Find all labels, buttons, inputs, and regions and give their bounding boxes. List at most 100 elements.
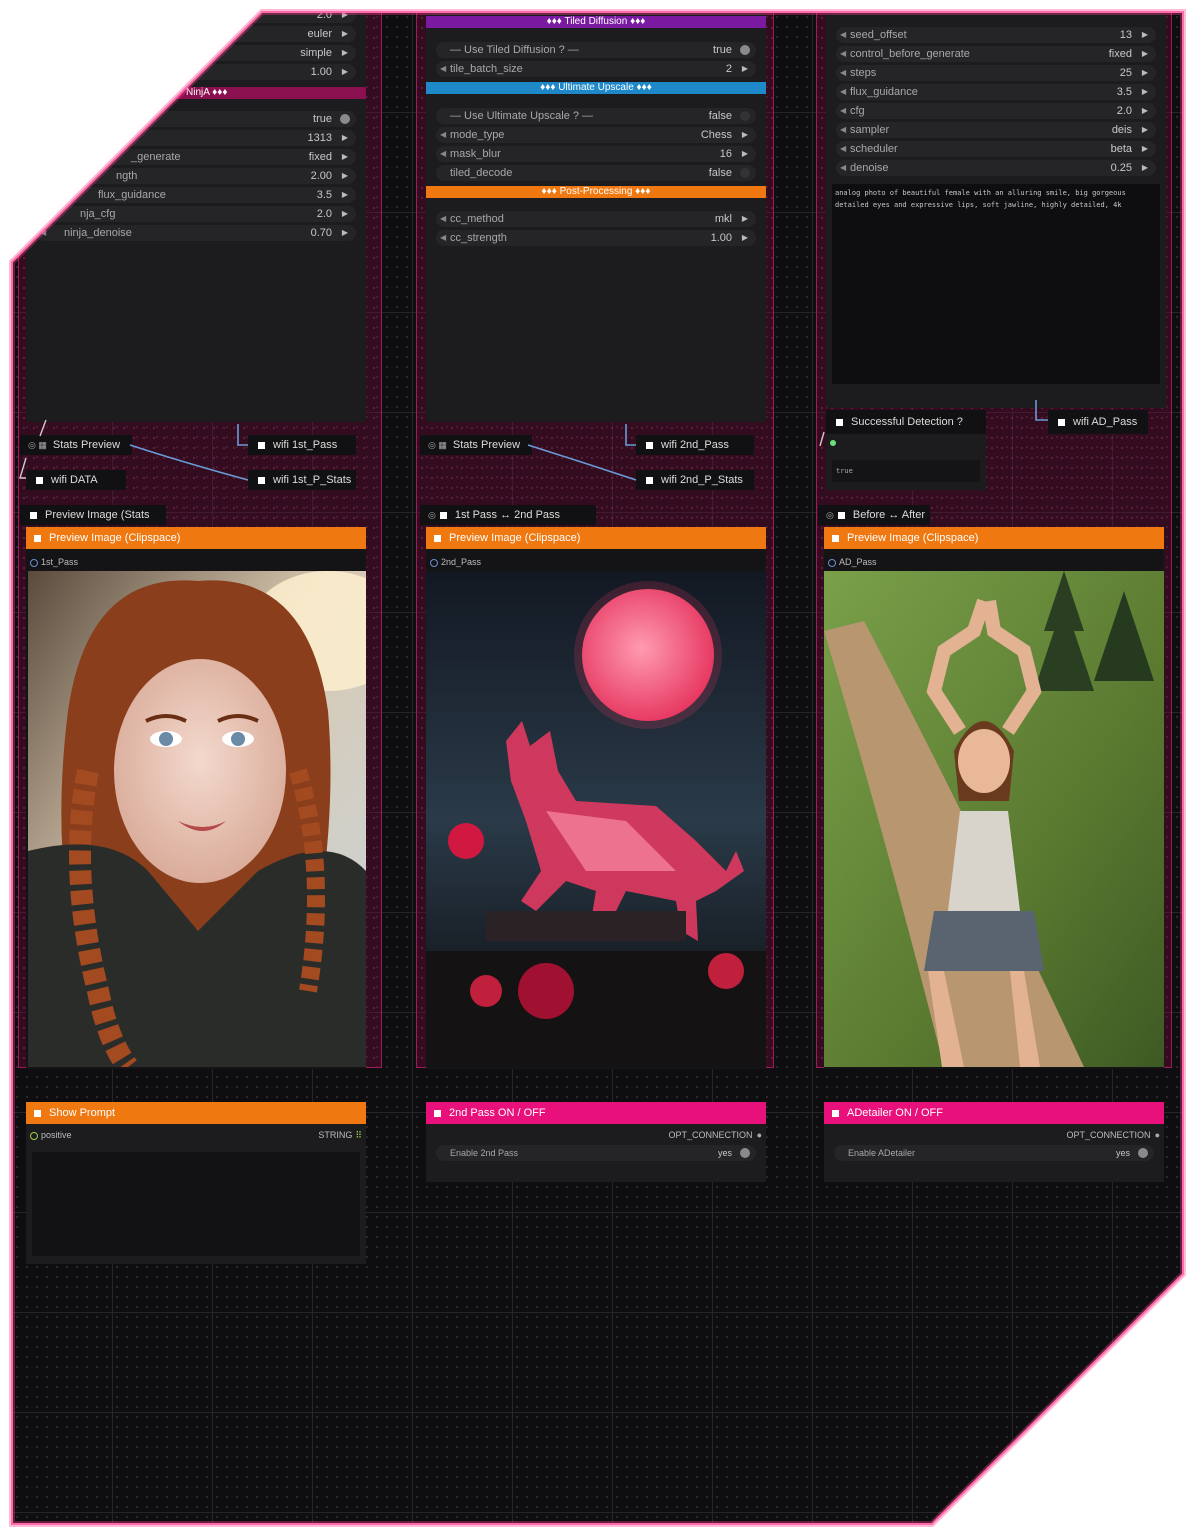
triangle-left-icon[interactable]: ◀ xyxy=(840,46,846,62)
wifi-1st-pass-node[interactable]: wifi 1st_Pass xyxy=(248,435,356,455)
triangle-left-icon[interactable]: ◀ xyxy=(840,27,846,43)
wifi-2nd-pass-node[interactable]: wifi 2nd_Pass xyxy=(636,435,754,455)
mask-blur-widget[interactable]: ◀ mask_blur 16 ▶ xyxy=(436,146,756,162)
triangle-right-icon[interactable]: ▶ xyxy=(342,64,348,80)
opt-connection-output[interactable]: OPT_CONNECTION ● xyxy=(669,1130,762,1140)
toggle-icon[interactable] xyxy=(1138,1148,1148,1158)
sampler-widget[interactable]: ◀ sampler deis ▶ xyxy=(836,122,1156,138)
toggle-icon[interactable] xyxy=(740,45,750,55)
enable-2nd-pass-toggle[interactable]: Enable 2nd Pass yes xyxy=(436,1145,756,1161)
show-prompt-header[interactable]: Show Prompt xyxy=(26,1102,366,1124)
triangle-right-icon[interactable]: ▶ xyxy=(1142,27,1148,43)
widget-row-1[interactable]: 1313 ▶ xyxy=(36,130,356,146)
image-slot-right[interactable]: AD_Pass xyxy=(828,557,877,567)
steps-widget[interactable]: ◀ steps 25 ▶ xyxy=(836,65,1156,81)
compare-node-3[interactable]: ◎ Before ↔ After xyxy=(818,505,930,525)
triangle-left-icon[interactable]: ◀ xyxy=(440,146,446,162)
triangle-right-icon[interactable]: ▶ xyxy=(1142,103,1148,119)
widget-top-1[interactable]: euler ▶ xyxy=(36,26,356,42)
2nd-pass-switch-header[interactable]: 2nd Pass ON / OFF xyxy=(426,1102,766,1124)
stats-preview-node-2[interactable]: ◎ ▦ Stats Preview xyxy=(420,435,532,455)
wifi-data-node[interactable]: wifi DATA xyxy=(26,470,126,490)
triangle-left-icon[interactable]: ◀ xyxy=(440,230,446,246)
triangle-right-icon[interactable]: ▶ xyxy=(342,12,348,23)
triangle-right-icon[interactable]: ▶ xyxy=(342,130,348,146)
image-slot-mid[interactable]: 2nd_Pass xyxy=(430,557,481,567)
triangle-right-icon[interactable]: ▶ xyxy=(342,45,348,61)
string-output-slot[interactable]: STRING ⠿ xyxy=(318,1130,362,1141)
wifi-1st-stats-node[interactable]: wifi 1st_P_Stats xyxy=(248,470,356,490)
clipspace-header-right[interactable]: Preview Image (Clipspace) xyxy=(824,527,1164,549)
cfg-widget[interactable]: ◀ cfg 2.0 ▶ xyxy=(836,103,1156,119)
widget-row-2[interactable]: _generate fixed ▶ xyxy=(36,149,356,165)
image-slot-left[interactable]: 1st_Pass xyxy=(30,557,78,567)
node-canvas[interactable]: 2.0 ▶ euler ▶ simple ▶ 1.00 ▶ NinjA ♦♦♦ true… xyxy=(12,12,1183,1524)
triangle-right-icon[interactable]: ▶ xyxy=(342,149,348,165)
triangle-left-icon[interactable]: ◀ xyxy=(440,61,446,77)
triangle-right-icon[interactable]: ▶ xyxy=(1142,160,1148,176)
control-before-generate-widget[interactable]: ◀ control_before_generate fixed ▶ xyxy=(836,46,1156,62)
adetailer-settings-node[interactable]: ◀ seed_offset 13 ▶ ◀ control_before_generate… xyxy=(826,12,1166,408)
ninja-settings-node[interactable]: 2.0 ▶ euler ▶ simple ▶ 1.00 ▶ NinjA ♦♦♦ true… xyxy=(26,12,366,422)
wifi-ad-pass-node[interactable]: wifi AD_Pass xyxy=(1048,410,1148,434)
denoise-widget[interactable]: ◀ denoise 0.25 ▶ xyxy=(836,160,1156,176)
triangle-right-icon[interactable]: ▶ xyxy=(742,127,748,143)
use-ultimate-upscale-toggle[interactable]: — Use Ultimate Upscale ? — false xyxy=(436,108,756,124)
successful-detection-node[interactable]: Successful Detection ? xyxy=(826,410,986,434)
widget-row-4[interactable]: flux_guidance 3.5 ▶ xyxy=(36,187,356,203)
widget-top-0[interactable]: 2.0 ▶ xyxy=(36,12,356,23)
triangle-right-icon[interactable]: ▶ xyxy=(1142,65,1148,81)
opt-connection-output-2[interactable]: OPT_CONNECTION ● xyxy=(1067,1130,1160,1140)
triangle-right-icon[interactable]: ▶ xyxy=(742,211,748,227)
triangle-right-icon[interactable]: ▶ xyxy=(742,61,748,77)
triangle-right-icon[interactable]: ▶ xyxy=(342,187,348,203)
triangle-left-icon[interactable]: ◀ xyxy=(840,141,846,157)
triangle-left-icon[interactable]: ◀ xyxy=(440,127,446,143)
preview-stats-node[interactable]: Preview Image (Stats xyxy=(20,505,166,525)
compare-node-2[interactable]: ◎ 1st Pass ↔ 2nd Pass xyxy=(420,505,596,525)
tiled-decode-toggle[interactable]: tiled_decode false xyxy=(436,165,756,181)
cc-strength-widget[interactable]: ◀ cc_strength 1.00 ▶ xyxy=(436,230,756,246)
widget-top-3[interactable]: 1.00 ▶ xyxy=(36,64,356,80)
adetailer-switch-header[interactable]: ADetailer ON / OFF xyxy=(824,1102,1164,1124)
triangle-left-icon[interactable]: ◀ xyxy=(840,65,846,81)
triangle-left-icon[interactable]: ◀ xyxy=(840,122,846,138)
stats-preview-node[interactable]: ◎ ▦ Stats Preview xyxy=(20,435,132,455)
widget-row-6[interactable]: ◀ ninja_denoise 0.70 ▶ xyxy=(36,225,356,241)
triangle-right-icon[interactable]: ▶ xyxy=(342,168,348,184)
triangle-right-icon[interactable]: ▶ xyxy=(1142,46,1148,62)
triangle-right-icon[interactable]: ▶ xyxy=(742,230,748,246)
scheduler-widget[interactable]: ◀ scheduler beta ▶ xyxy=(836,141,1156,157)
upscale-settings-node[interactable]: ♦♦♦ Tiled Diffusion ♦♦♦ — Use Tiled Diff… xyxy=(426,12,766,422)
triangle-left-icon[interactable]: ◀ xyxy=(840,84,846,100)
widget-row-0[interactable]: true xyxy=(36,111,356,127)
triangle-right-icon[interactable]: ▶ xyxy=(342,26,348,42)
mode-type-widget[interactable]: ◀ mode_type Chess ▶ xyxy=(436,127,756,143)
clipspace-header-left[interactable]: Preview Image (Clipspace) xyxy=(26,527,366,549)
triangle-right-icon[interactable]: ▶ xyxy=(342,206,348,222)
toggle-icon[interactable] xyxy=(740,1148,750,1158)
output-pin-icon[interactable] xyxy=(830,440,836,446)
widget-row-5[interactable]: nja_cfg 2.0 ▶ xyxy=(36,206,356,222)
triangle-left-icon[interactable]: ◀ xyxy=(40,225,46,241)
wifi-2nd-stats-node[interactable]: wifi 2nd_P_Stats xyxy=(636,470,754,490)
enable-adetailer-toggle[interactable]: Enable ADetailer yes xyxy=(834,1145,1154,1161)
triangle-left-icon[interactable]: ◀ xyxy=(840,160,846,176)
triangle-right-icon[interactable]: ▶ xyxy=(1142,122,1148,138)
positive-input-slot[interactable]: positive xyxy=(30,1130,72,1140)
prompt-textarea[interactable]: analog photo of beautiful female with an… xyxy=(832,184,1160,384)
seed-offset-widget[interactable]: ◀ seed_offset 13 ▶ xyxy=(836,27,1156,43)
toggle-icon[interactable] xyxy=(740,168,750,178)
tile-batch-size-widget[interactable]: ◀ tile_batch_size 2 ▶ xyxy=(436,61,756,77)
triangle-right-icon[interactable]: ▶ xyxy=(742,146,748,162)
widget-top-2[interactable]: simple ▶ xyxy=(36,45,356,61)
triangle-left-icon[interactable]: ◀ xyxy=(840,103,846,119)
triangle-right-icon[interactable]: ▶ xyxy=(342,225,348,241)
triangle-left-icon[interactable]: ◀ xyxy=(440,211,446,227)
clipspace-header-mid[interactable]: Preview Image (Clipspace) xyxy=(426,527,766,549)
toggle-icon[interactable] xyxy=(340,114,350,124)
use-tiled-diffusion-toggle[interactable]: — Use Tiled Diffusion ? — true xyxy=(436,42,756,58)
triangle-right-icon[interactable]: ▶ xyxy=(1142,141,1148,157)
flux-guidance-widget[interactable]: ◀ flux_guidance 3.5 ▶ xyxy=(836,84,1156,100)
cc-method-widget[interactable]: ◀ cc_method mkl ▶ xyxy=(436,211,756,227)
